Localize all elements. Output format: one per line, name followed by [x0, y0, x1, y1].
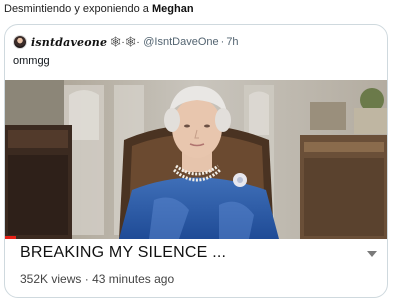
view-count: 352K views: [20, 272, 82, 286]
mentioned-name[interactable]: Meghan: [152, 3, 194, 15]
video-title[interactable]: BREAKING MY SILENCE ...: [20, 244, 226, 262]
video-thumbnail[interactable]: [5, 80, 387, 239]
quoted-tweet-text: ommgg: [13, 55, 50, 67]
avatar[interactable]: [13, 35, 27, 49]
quoted-handle[interactable]: @IsntDaveOne: [143, 36, 218, 48]
quoted-timestamp[interactable]: 7h: [226, 36, 238, 48]
video-meta: 352K views · 43 minutes ago: [20, 272, 174, 286]
tweet-text-prefix: Desmintiendo y exponiendo a: [4, 3, 152, 15]
tweet-view: Desmintiendo y exponiendo a Meghan 𝒊𝒔𝒏𝒕𝒅…: [0, 0, 400, 299]
quoted-tweet-header: 𝒊𝒔𝒏𝒕𝒅𝒂𝒗𝒆𝒐𝒏𝒆 🕸·🕸· @IsntDaveOne · 7h: [13, 34, 239, 50]
separator-dot: ·: [220, 36, 225, 48]
quoted-tweet-card[interactable]: 𝒊𝒔𝒏𝒕𝒅𝒂𝒗𝒆𝒐𝒏𝒆 🕸·🕸· @IsntDaveOne · 7h ommgg: [4, 24, 388, 298]
video-progress-bar[interactable]: [5, 236, 16, 239]
tweet-text: Desmintiendo y exponiendo a Meghan: [4, 3, 194, 15]
video-age: 43 minutes ago: [92, 272, 175, 286]
name-emoji: 🕸·🕸·: [109, 36, 140, 48]
meta-separator: ·: [84, 272, 89, 286]
video-frame-image: [5, 80, 387, 239]
quoted-display-name[interactable]: 𝒊𝒔𝒏𝒕𝒅𝒂𝒗𝒆𝒐𝒏𝒆: [31, 36, 107, 49]
chevron-down-icon[interactable]: [367, 251, 377, 257]
